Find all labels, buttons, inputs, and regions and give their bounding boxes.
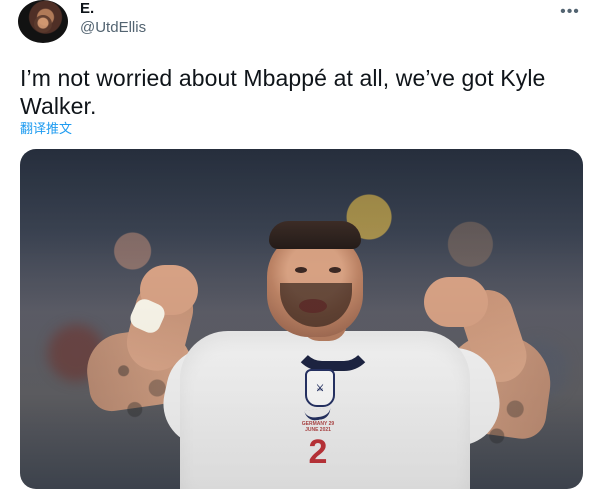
shirt-badge-text: GERMANY 29 JUNE 2021: [301, 421, 335, 433]
right-eye: [329, 267, 341, 273]
tweet-image[interactable]: ⚔ GERMANY 29 JUNE 2021 2: [20, 149, 583, 489]
avatar[interactable]: [18, 0, 68, 43]
left-eye: [295, 267, 307, 273]
england-crest: ⚔: [305, 369, 335, 407]
translate-tweet-link[interactable]: 翻译推文: [20, 121, 72, 137]
mouth: [299, 299, 327, 313]
shirt-number: 2: [308, 433, 328, 471]
tweet-text: I’m not worried about Mbappé at all, we’…: [20, 65, 546, 119]
handle[interactable]: @UtdEllis: [80, 19, 146, 37]
display-name[interactable]: E.: [80, 0, 94, 18]
right-fist: [424, 277, 488, 327]
more-options-button[interactable]: •••: [560, 2, 580, 22]
hair: [269, 221, 361, 249]
player-illustration: ⚔ GERMANY 29 JUNE 2021 2: [20, 149, 583, 489]
more-icon: •••: [560, 3, 580, 20]
